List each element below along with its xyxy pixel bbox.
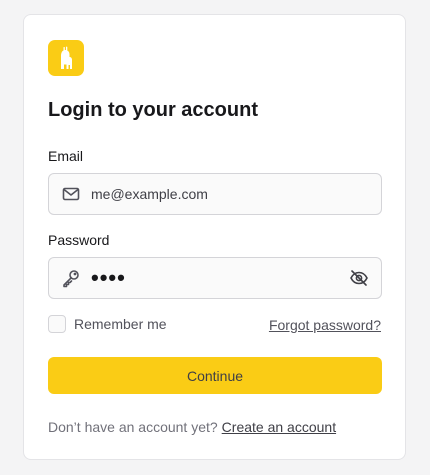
login-card: Login to your account Email Password	[23, 14, 406, 460]
create-account-link[interactable]: Create an account	[222, 419, 336, 435]
continue-button[interactable]: Continue	[48, 357, 382, 394]
eye-off-icon[interactable]	[349, 268, 369, 288]
signup-prompt-text: Don’t have an account yet?	[48, 419, 218, 435]
signup-prompt: Don’t have an account yet? Create an acco…	[48, 419, 336, 435]
key-icon	[61, 268, 81, 288]
checkbox-box[interactable]	[48, 315, 66, 333]
envelope-icon	[61, 184, 81, 204]
remember-me-checkbox[interactable]: Remember me	[48, 315, 167, 333]
email-label: Email	[48, 148, 84, 164]
password-input[interactable]	[91, 258, 341, 298]
llama-logo-icon	[48, 40, 84, 76]
email-field[interactable]	[48, 173, 382, 215]
forgot-password-link[interactable]: Forgot password?	[269, 317, 381, 333]
remember-me-label: Remember me	[74, 316, 167, 332]
password-field[interactable]	[48, 257, 382, 299]
email-input[interactable]	[91, 174, 341, 214]
password-label: Password	[48, 232, 110, 248]
page-title: Login to your account	[48, 99, 258, 121]
